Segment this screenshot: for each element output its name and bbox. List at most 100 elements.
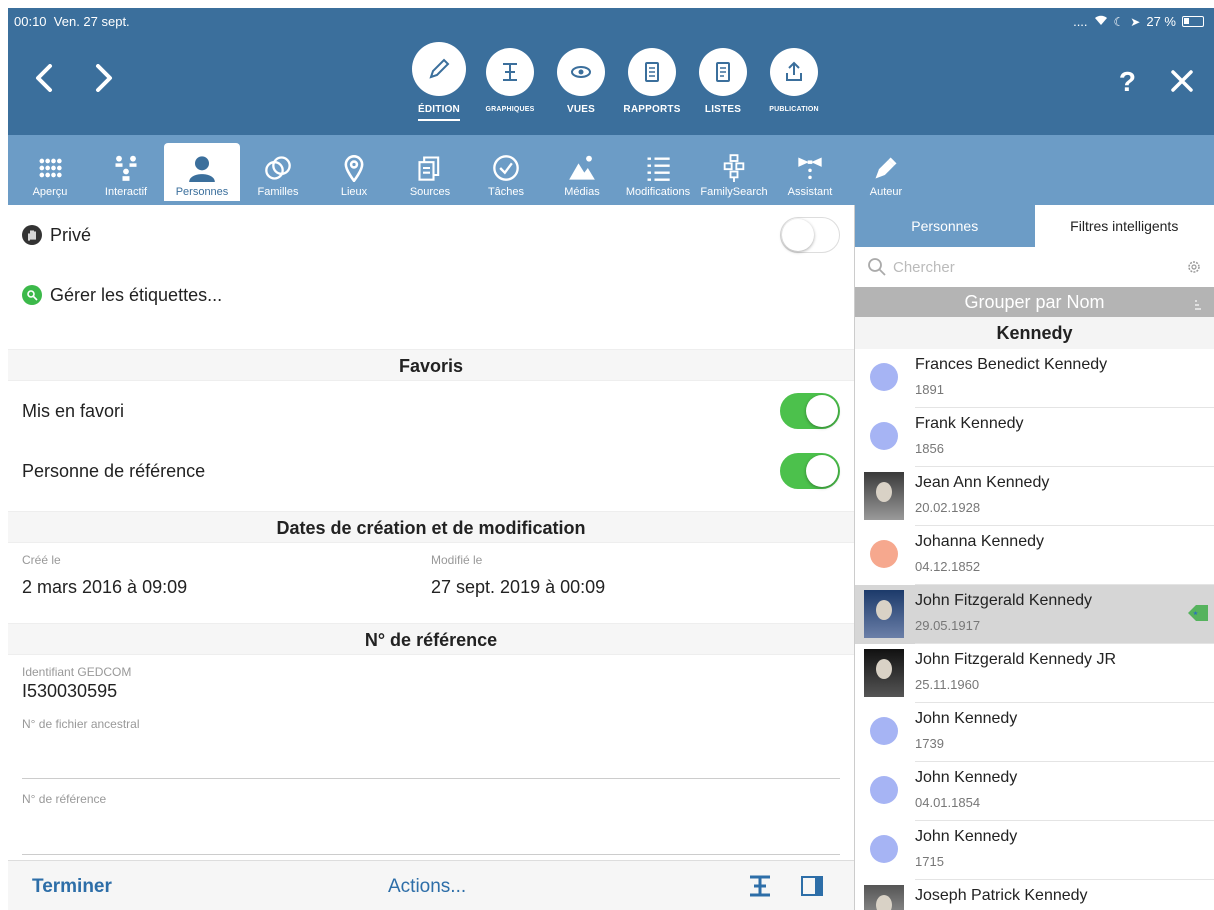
close-icon[interactable] xyxy=(1170,64,1194,101)
person-row[interactable]: Frank Kennedy 1856 xyxy=(855,408,1214,467)
forward-arrow-icon[interactable] xyxy=(94,64,114,98)
eye-icon xyxy=(557,48,605,96)
search-input[interactable] xyxy=(893,253,1173,281)
tab-label: Personnes xyxy=(175,186,229,198)
person-row[interactable]: Joseph Patrick Kennedy xyxy=(855,880,1214,910)
person-edit-panel: Privé Gérer les étiquettes... Favoris Mi… xyxy=(8,205,854,860)
photo-face xyxy=(876,482,892,502)
grid-dots-icon xyxy=(39,158,62,178)
reference-tag-icon xyxy=(1186,603,1210,623)
person-date: 20.02.1928 xyxy=(915,500,981,515)
ancestral-file-label: N° de fichier ancestral xyxy=(22,717,140,731)
tab-lieux[interactable]: Lieux xyxy=(316,143,392,201)
sort-icon xyxy=(1194,293,1202,323)
share-upload-icon xyxy=(770,48,818,96)
person-row-selected[interactable]: John Fitzgerald Kennedy 29.05.1917 xyxy=(855,585,1214,644)
app-window: 00:10 Ven. 27 sept. .... ☾ ➤ 27 % ÉDITIO… xyxy=(0,0,1214,910)
status-time: 00:10 xyxy=(14,14,47,29)
report-icon xyxy=(628,48,676,96)
person-row[interactable]: Johanna Kennedy 04.12.1852 xyxy=(855,526,1214,585)
magnifier-tag-icon xyxy=(22,285,42,305)
tab-auteur[interactable]: Auteur xyxy=(848,143,924,201)
person-row[interactable]: Frances Benedict Kennedy 1891 xyxy=(855,349,1214,408)
mode-vues[interactable]: VUES xyxy=(548,48,614,121)
rings-icon xyxy=(265,156,291,180)
top-header: 00:10 Ven. 27 sept. .... ☾ ➤ 27 % ÉDITIO… xyxy=(8,8,1214,135)
person-date: 1891 xyxy=(915,382,944,397)
fountain-pen-icon xyxy=(875,157,897,179)
toggle-knob xyxy=(806,395,838,427)
created-label: Créé le xyxy=(22,553,61,567)
bowtie-icon xyxy=(798,157,822,180)
status-time-date: 00:10 Ven. 27 sept. xyxy=(14,14,130,29)
photo-face xyxy=(876,895,892,910)
group-by-label: Grouper par Nom xyxy=(964,292,1105,312)
signal-dots: .... xyxy=(1073,14,1088,29)
private-toggle[interactable] xyxy=(780,217,840,253)
tab-personnes[interactable]: Personnes xyxy=(164,143,240,201)
location-arrow-icon: ➤ xyxy=(1130,14,1141,29)
tab-label: Lieux xyxy=(340,186,368,198)
tab-label: Auteur xyxy=(869,186,903,198)
map-pin-icon xyxy=(344,155,364,182)
person-name: John Kennedy xyxy=(915,769,1018,786)
mode-publication[interactable]: PUBLICATION xyxy=(761,48,827,121)
tab-interactif[interactable]: Interactif xyxy=(88,143,164,201)
mode-rapports[interactable]: RAPPORTS xyxy=(619,48,685,121)
created-value: 2 mars 2016 à 09:09 xyxy=(22,577,188,597)
person-name: John Kennedy xyxy=(915,710,1018,727)
done-button[interactable]: Terminer xyxy=(32,876,112,898)
gedcom-value[interactable]: I530030595 xyxy=(22,681,117,702)
person-date: 1739 xyxy=(915,736,944,751)
back-arrow-icon[interactable] xyxy=(34,64,54,98)
tab-label: Médias xyxy=(564,186,600,198)
mode-label: ÉDITION xyxy=(418,104,460,121)
person-row[interactable]: John Kennedy 04.01.1854 xyxy=(855,762,1214,821)
actions-button[interactable]: Actions... xyxy=(388,876,466,898)
tab-label: Tâches xyxy=(487,186,525,198)
tab-familles[interactable]: Familles xyxy=(240,143,316,201)
segment-smart-filters[interactable]: Filtres intelligents xyxy=(1034,205,1214,247)
favorite-toggle[interactable] xyxy=(780,393,840,429)
avatar-circle xyxy=(870,776,898,804)
tab-taches[interactable]: Tâches xyxy=(468,143,544,201)
person-row[interactable]: John Kennedy 1739 xyxy=(855,703,1214,762)
tab-sources[interactable]: Sources xyxy=(392,143,468,201)
tab-label: Assistant xyxy=(787,186,833,198)
ancestral-file-field[interactable] xyxy=(22,739,840,779)
tab-modifications[interactable]: Modifications xyxy=(620,143,696,201)
tree-chart-icon[interactable] xyxy=(748,875,772,902)
gear-icon[interactable] xyxy=(1186,259,1202,280)
section-tab-bar: Aperçu Interactif Personnes Familles Lie… xyxy=(8,135,1214,205)
person-row[interactable]: John Kennedy 1715 xyxy=(855,821,1214,880)
modified-label: Modifié le xyxy=(431,553,483,567)
favorite-row: Mis en favori xyxy=(8,381,854,441)
group-header: Kennedy xyxy=(855,317,1214,349)
person-row[interactable]: John Fitzgerald Kennedy JR 25.11.1960 xyxy=(855,644,1214,703)
chart-tree-icon xyxy=(486,48,534,96)
bottom-toolbar: Terminer Actions... xyxy=(8,860,854,910)
toggle-knob xyxy=(782,219,814,251)
manage-tags-row[interactable]: Gérer les étiquettes... xyxy=(8,265,854,325)
group-by-button[interactable]: Grouper par Nom xyxy=(855,287,1214,317)
segment-persons[interactable]: Personnes xyxy=(855,205,1035,247)
tab-assistant[interactable]: Assistant xyxy=(772,143,848,201)
tab-label: Modifications xyxy=(625,186,691,198)
avatar-photo xyxy=(864,885,904,910)
reference-person-toggle[interactable] xyxy=(780,453,840,489)
reference-header: N° de référence xyxy=(8,623,854,655)
reference-number-field[interactable] xyxy=(22,815,840,855)
mode-listes[interactable]: LISTES xyxy=(690,48,756,121)
tab-medias[interactable]: Médias xyxy=(544,143,620,201)
sidebar-toggle-icon[interactable] xyxy=(800,875,824,902)
mode-edition[interactable]: ÉDITION xyxy=(406,42,472,121)
mode-graphiques[interactable]: GRAPHIQUES xyxy=(477,48,543,121)
person-list-sidebar: Personnes Filtres intelligents Grouper p… xyxy=(854,205,1214,910)
tab-familysearch[interactable]: FamilySearch xyxy=(696,143,772,201)
help-button[interactable]: ? xyxy=(1119,66,1136,98)
person-name: John Kennedy xyxy=(915,828,1018,845)
person-row[interactable]: Jean Ann Kennedy 20.02.1928 xyxy=(855,467,1214,526)
tab-label: Aperçu xyxy=(32,186,68,198)
tab-apercu[interactable]: Aperçu xyxy=(12,143,88,201)
